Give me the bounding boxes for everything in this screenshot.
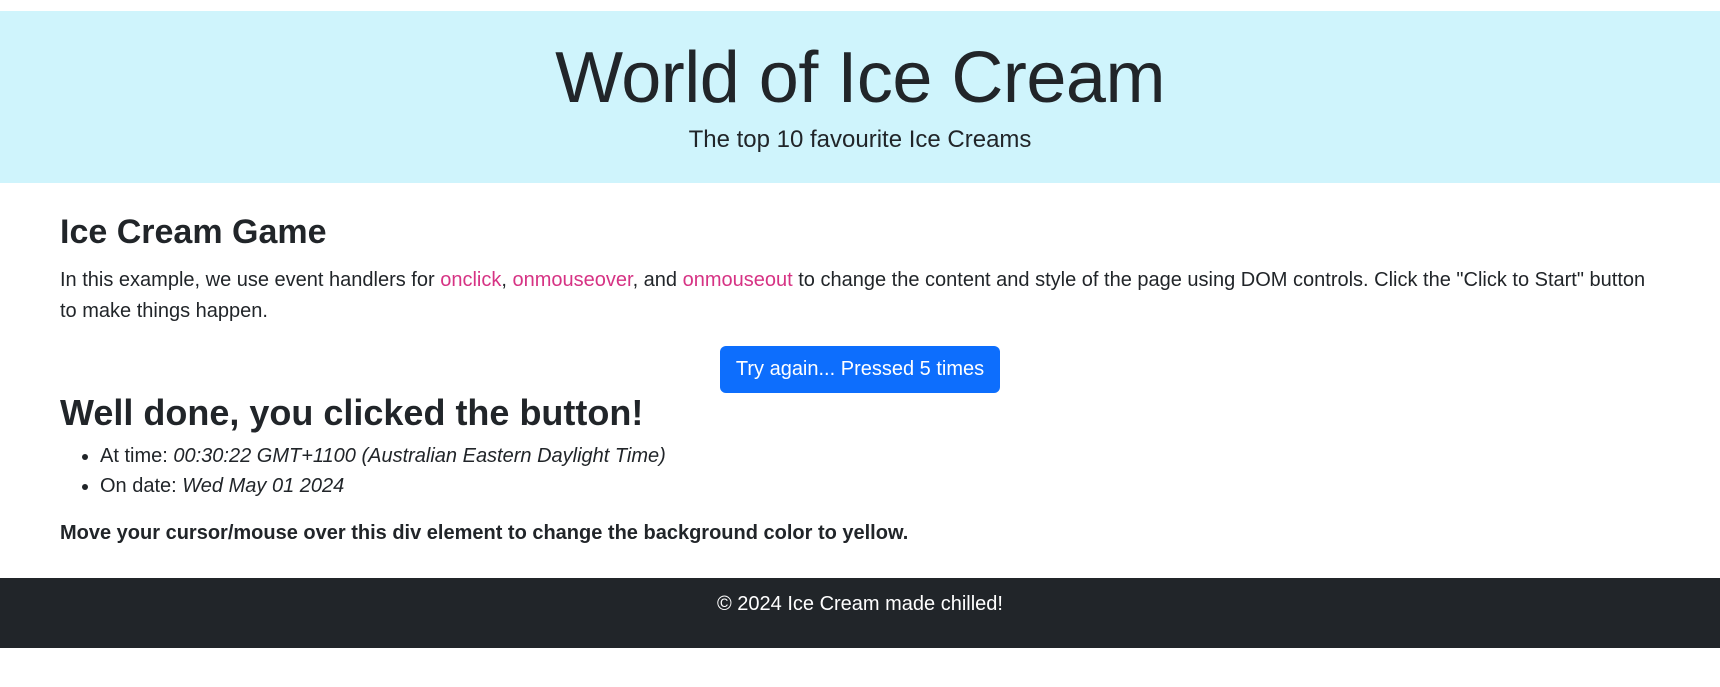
time-value: 00:30:22 GMT+1100 (Australian Eastern Da… bbox=[173, 445, 666, 467]
top-spacer bbox=[0, 0, 1720, 11]
list-item-date: On date: Wed May 01 2024 bbox=[100, 471, 1660, 501]
page-subtitle: The top 10 favourite Ice Creams bbox=[688, 126, 1032, 153]
list-item-time: At time: 00:30:22 GMT+1100 (Australian E… bbox=[100, 441, 1660, 471]
hover-color-div[interactable]: Move your cursor/mouse over this div ele… bbox=[60, 518, 1660, 548]
footer: © 2024 Ice Cream made chilled! bbox=[0, 578, 1720, 648]
time-label: At time: bbox=[100, 445, 174, 467]
game-heading: Ice Cream Game bbox=[60, 213, 327, 251]
intro-paragraph: In this example, we use event handlers f… bbox=[60, 265, 1660, 327]
code-onmouseout: onmouseout bbox=[682, 269, 793, 291]
date-value: Wed May 01 2024 bbox=[182, 475, 345, 497]
intro-separator-2: , and bbox=[632, 269, 683, 291]
code-onclick: onclick bbox=[440, 269, 502, 291]
code-onmouseover: onmouseover bbox=[512, 269, 633, 291]
hero-banner: World of Ice Cream The top 10 favourite … bbox=[0, 11, 1720, 183]
try-again-button[interactable]: Try again... Pressed 5 times bbox=[719, 346, 1001, 393]
result-list: At time: 00:30:22 GMT+1100 (Australian E… bbox=[60, 441, 1660, 501]
page-title: World of Ice Cream bbox=[555, 38, 1165, 118]
intro-separator-1: , bbox=[501, 269, 513, 291]
intro-text-start: In this example, we use event handlers f… bbox=[60, 269, 441, 291]
button-row: Try again... Pressed 5 times bbox=[60, 346, 1660, 393]
main-content: Ice Cream Game In this example, we use e… bbox=[0, 183, 1720, 578]
date-label: On date: bbox=[100, 475, 183, 497]
result-heading: Well done, you clicked the button! bbox=[60, 392, 644, 433]
footer-copyright: © 2024 Ice Cream made chilled! bbox=[717, 593, 1003, 615]
